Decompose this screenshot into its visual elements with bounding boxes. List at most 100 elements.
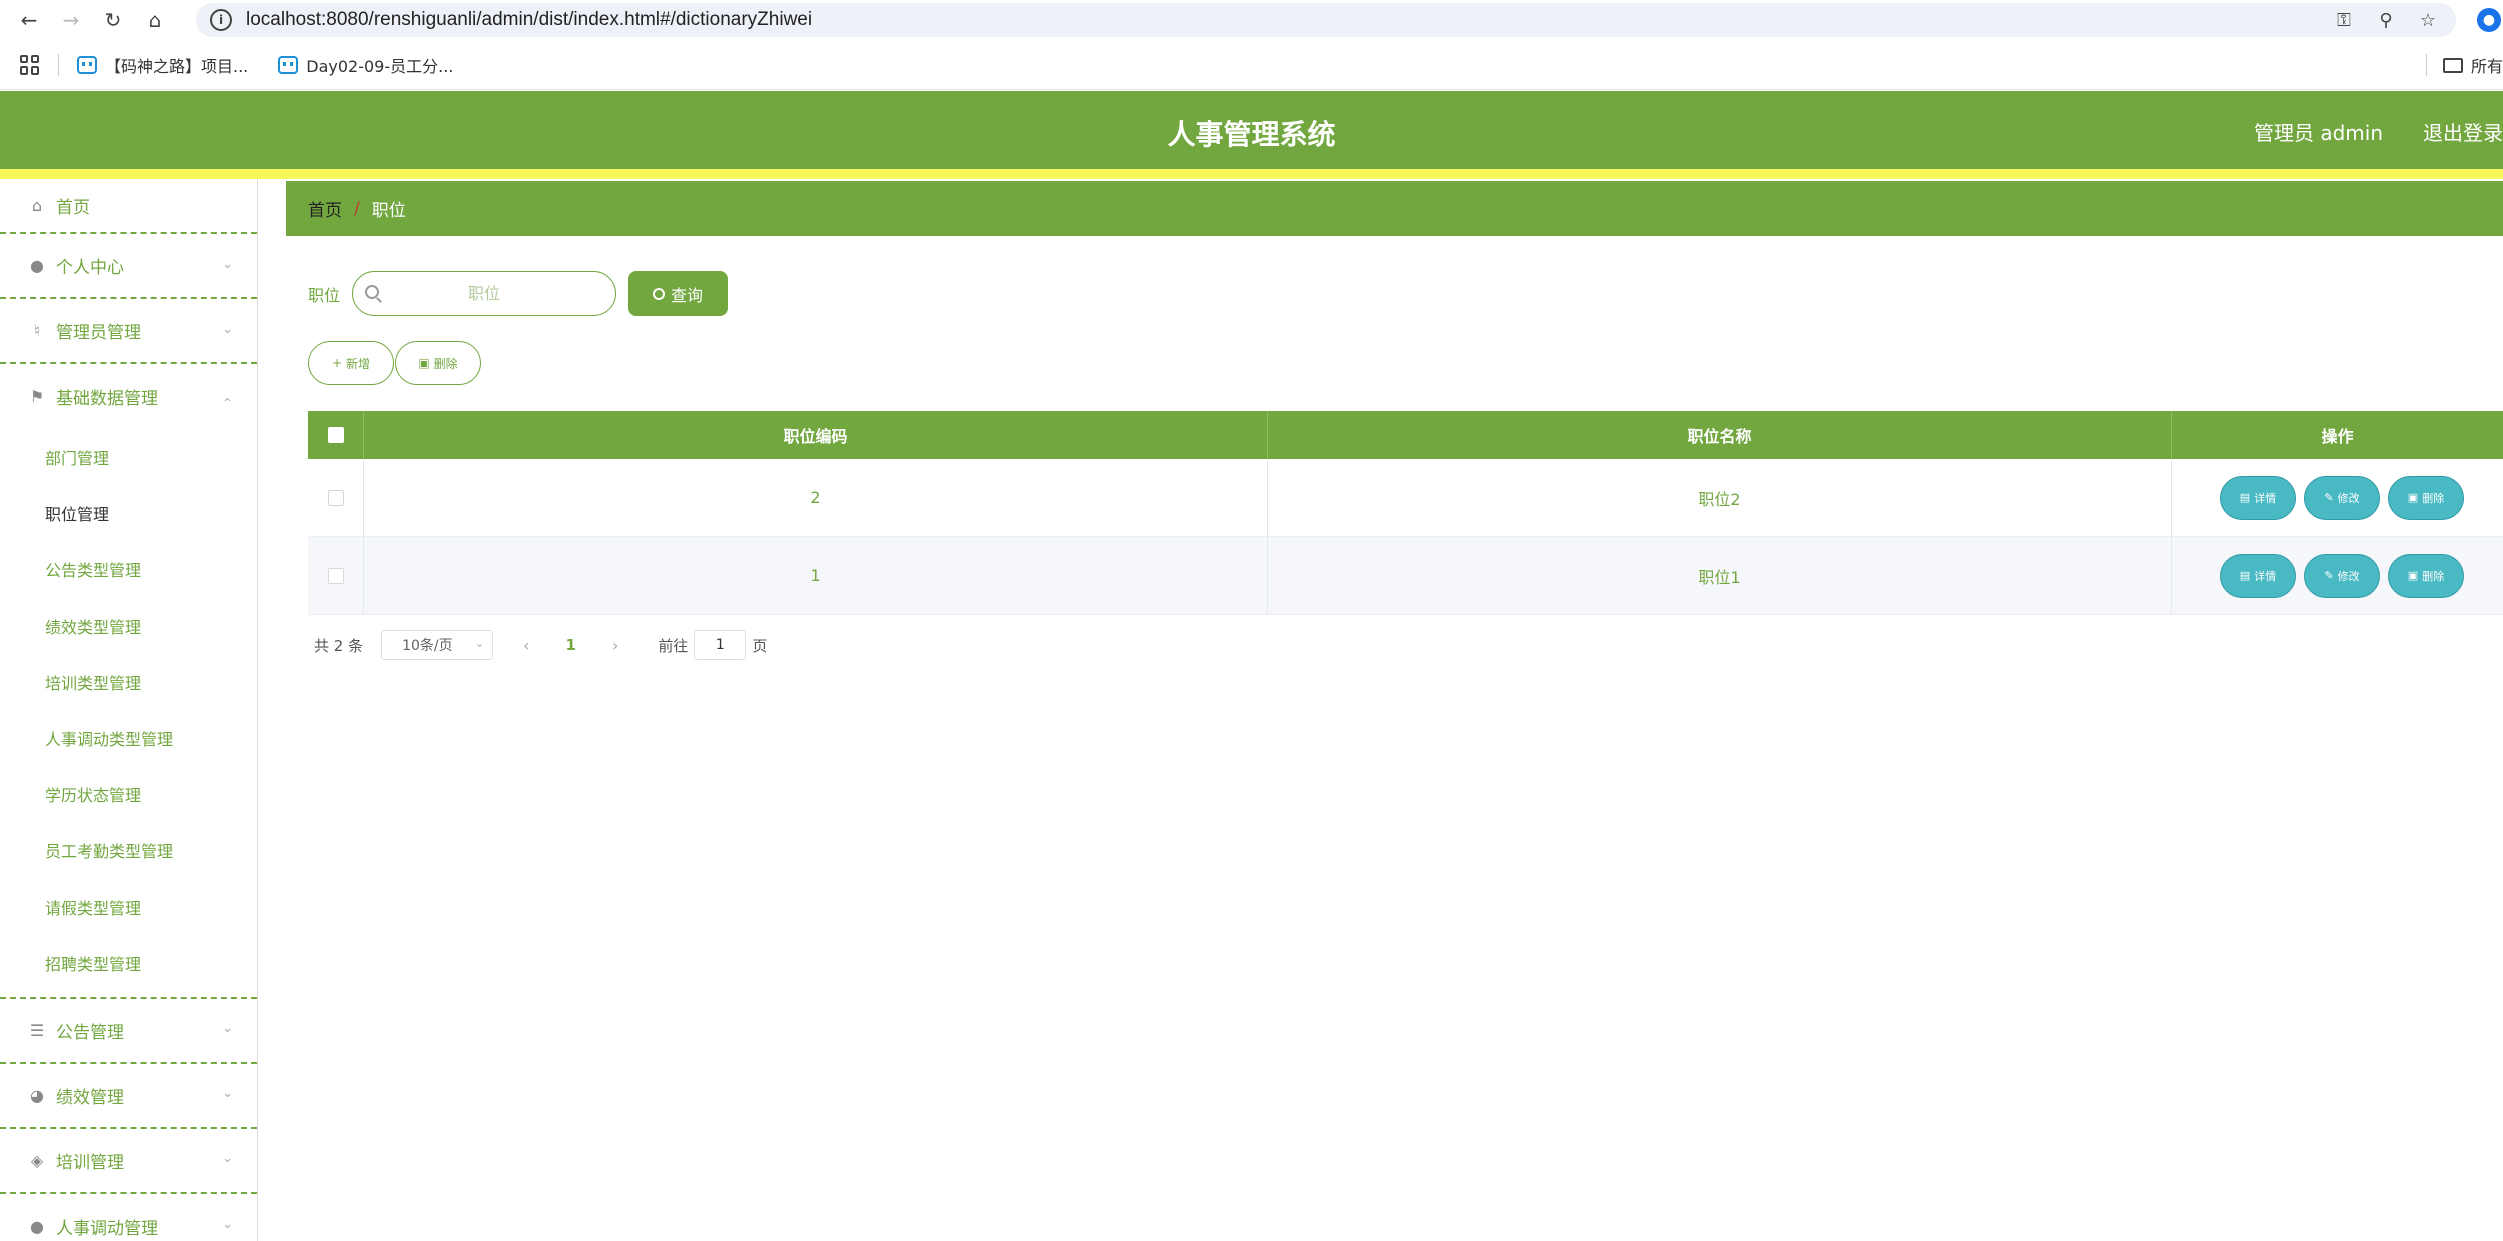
chevron-down-icon: ⌄ [222, 321, 233, 337]
sidebar-item-training-mgmt[interactable]: ◈ 培训管理 ⌄ [0, 1129, 257, 1194]
search-label: 职位 [308, 285, 341, 305]
page-size-select[interactable]: 10条/页 ⌄ [381, 630, 494, 660]
url-text[interactable]: localhost:8080/renshiguanli/admin/dist/i… [246, 9, 812, 31]
page-jumper: 前往 页 [658, 630, 767, 660]
search-input[interactable] [353, 272, 616, 315]
detail-button-label: 详情 [2254, 569, 2277, 583]
edit-button[interactable]: ✎ 修改 [2304, 475, 2380, 520]
sidebar-item-label: 首页 [56, 198, 90, 218]
sidebar-subitem-transfer-type[interactable]: 人事调动类型管理 [0, 710, 257, 766]
edit-button-label: 修改 [2337, 491, 2360, 505]
sidebar-subitem-recruit-type[interactable]: 招聘类型管理 [0, 935, 257, 991]
address-bar[interactable]: i localhost:8080/renshiguanli/admin/dist… [196, 3, 2456, 37]
sidebar-subitem-performance-type[interactable]: 绩效类型管理 [0, 598, 257, 654]
logout-link[interactable]: 退出登录 [2423, 117, 2503, 146]
sidebar-item-performance-mgmt[interactable]: ◕ 绩效管理 ⌄ [0, 1064, 257, 1129]
chevron-up-icon: ⌄ [222, 393, 233, 409]
cell-name: 职位2 [1268, 459, 2172, 536]
search-input-wrapper[interactable] [352, 271, 617, 316]
pencil-icon: ✎ [2324, 491, 2334, 504]
bookmarks-bar: 【码神之路】项目... Day02-09-员工分... 所有 [0, 40, 2503, 90]
back-icon[interactable]: ← [14, 5, 44, 35]
bookmark-item[interactable]: Day02-09-员工分... [278, 53, 453, 77]
zoom-icon[interactable]: ⚲ [2374, 8, 2398, 32]
key-icon[interactable]: ⚿ [2332, 8, 2356, 32]
delete-button-label: 删除 [2422, 491, 2445, 505]
add-button[interactable]: + 新增 [308, 341, 394, 385]
prev-page-icon[interactable]: ‹ [523, 636, 529, 655]
cell-code: 1 [364, 537, 1268, 614]
plus-icon: + [331, 356, 343, 370]
table-row: 1 职位1 ▤ 详情 ✎ 修改 ▣ 删除 [308, 537, 2503, 615]
goto-page-input[interactable] [694, 630, 747, 660]
delete-button-label: 删除 [433, 356, 458, 371]
all-bookmarks-label: 所有 [2470, 57, 2503, 76]
add-button-label: 新增 [346, 356, 371, 371]
sidebar-subitem-position[interactable]: 职位管理 [0, 485, 257, 541]
column-header-code[interactable]: 职位编码 [364, 411, 1268, 459]
breadcrumb-home[interactable]: 首页 [308, 196, 342, 221]
bookmark-separator [2425, 54, 2427, 76]
goto-prefix: 前往 [658, 636, 689, 655]
bell-off-icon: ♮ [34, 321, 40, 340]
edit-button[interactable]: ✎ 修改 [2304, 553, 2380, 598]
sidebar-subitem-education-status[interactable]: 学历状态管理 [0, 766, 257, 822]
chevron-down-icon: ⌄ [222, 1151, 233, 1167]
row-checkbox[interactable] [327, 567, 344, 584]
forward-icon[interactable]: → [56, 5, 86, 35]
batch-delete-button[interactable]: ▣ 删除 [395, 341, 481, 385]
sidebar: ⌂ 首页 ● 个人中心 ⌄ ♮ 管理员管理 ⌄ ⚑ 基础数据管理 ⌄ 部门管理 … [0, 179, 258, 1241]
pagination-total: 共 2 条 [314, 636, 364, 655]
sidebar-subitem-notice-type[interactable]: 公告类型管理 [0, 541, 257, 597]
next-page-icon[interactable]: › [612, 636, 618, 655]
column-header-name[interactable]: 职位名称 [1268, 411, 2172, 459]
sidebar-item-transfer-mgmt[interactable]: ● 人事调动管理 ⌄ [0, 1194, 257, 1241]
sidebar-subitem-department[interactable]: 部门管理 [0, 429, 257, 485]
current-user: 管理员 admin [2253, 121, 2383, 145]
bilibili-icon [77, 55, 97, 74]
basic-data-submenu: 部门管理 职位管理 公告类型管理 绩效类型管理 培训类型管理 人事调动类型管理 … [0, 429, 257, 999]
row-checkbox[interactable] [327, 489, 344, 506]
breadcrumb-current: 职位 [371, 201, 406, 221]
sidebar-subitem-attendance-type[interactable]: 员工考勤类型管理 [0, 822, 257, 878]
query-button[interactable]: 查询 [628, 271, 729, 316]
trash-icon: ▣ [2407, 491, 2419, 504]
query-button-label: 查询 [671, 285, 704, 305]
browser-toolbar: ← → ↻ ⌂ i localhost:8080/renshiguanli/ad… [0, 0, 2503, 40]
sidebar-subitem-leave-type[interactable]: 请假类型管理 [0, 879, 257, 935]
bookmark-item[interactable]: 【码神之路】项目... [77, 53, 248, 77]
pencil-icon: ✎ [2324, 569, 2334, 582]
select-all-checkbox[interactable] [327, 427, 344, 443]
app-header: 人事管理系统 管理员 admin 退出登录 [0, 91, 2503, 169]
apps-grid-icon[interactable] [20, 54, 40, 75]
trash-icon: ▣ [2407, 569, 2419, 582]
delete-button[interactable]: ▣ 删除 [2388, 553, 2464, 598]
profile-icon[interactable]: ● [2477, 8, 2501, 32]
detail-button-label: 详情 [2254, 491, 2277, 505]
sidebar-item-label: 管理员管理 [56, 323, 141, 343]
sidebar-item-label: 培训管理 [56, 1152, 124, 1173]
chevron-down-icon: ⌄ [222, 1086, 233, 1102]
sidebar-item-personal-center[interactable]: ● 个人中心 ⌄ [0, 234, 257, 299]
sidebar-subitem-training-type[interactable]: 培训类型管理 [0, 654, 257, 710]
page-number[interactable]: 1 [566, 636, 576, 654]
sidebar-item-basic-data-mgmt[interactable]: ⚑ 基础数据管理 ⌄ [0, 364, 257, 429]
bookmark-separator [58, 53, 59, 76]
delete-button[interactable]: ▣ 删除 [2388, 475, 2464, 520]
sidebar-item-notice-mgmt[interactable]: ☰ 公告管理 ⌄ [0, 999, 257, 1064]
sidebar-item-home[interactable]: ⌂ 首页 [0, 179, 257, 234]
search-form: 职位 查询 [308, 271, 729, 316]
detail-button[interactable]: ▤ 详情 [2220, 475, 2296, 520]
site-info-icon[interactable]: i [210, 9, 232, 31]
star-icon[interactable]: ☆ [2416, 8, 2440, 32]
detail-button[interactable]: ▤ 详情 [2220, 553, 2296, 598]
reload-icon[interactable]: ↻ [98, 5, 128, 35]
home-icon[interactable]: ⌂ [140, 5, 170, 35]
delete-button-label: 删除 [2422, 569, 2445, 583]
goto-suffix: 页 [752, 636, 768, 655]
user-icon: ● [30, 256, 44, 275]
compass-icon: ◈ [30, 1150, 44, 1170]
sidebar-item-admin-mgmt[interactable]: ♮ 管理员管理 ⌄ [0, 299, 257, 364]
all-bookmarks[interactable]: 所有 [2425, 40, 2503, 90]
bookmark-label: Day02-09-员工分... [306, 56, 454, 76]
